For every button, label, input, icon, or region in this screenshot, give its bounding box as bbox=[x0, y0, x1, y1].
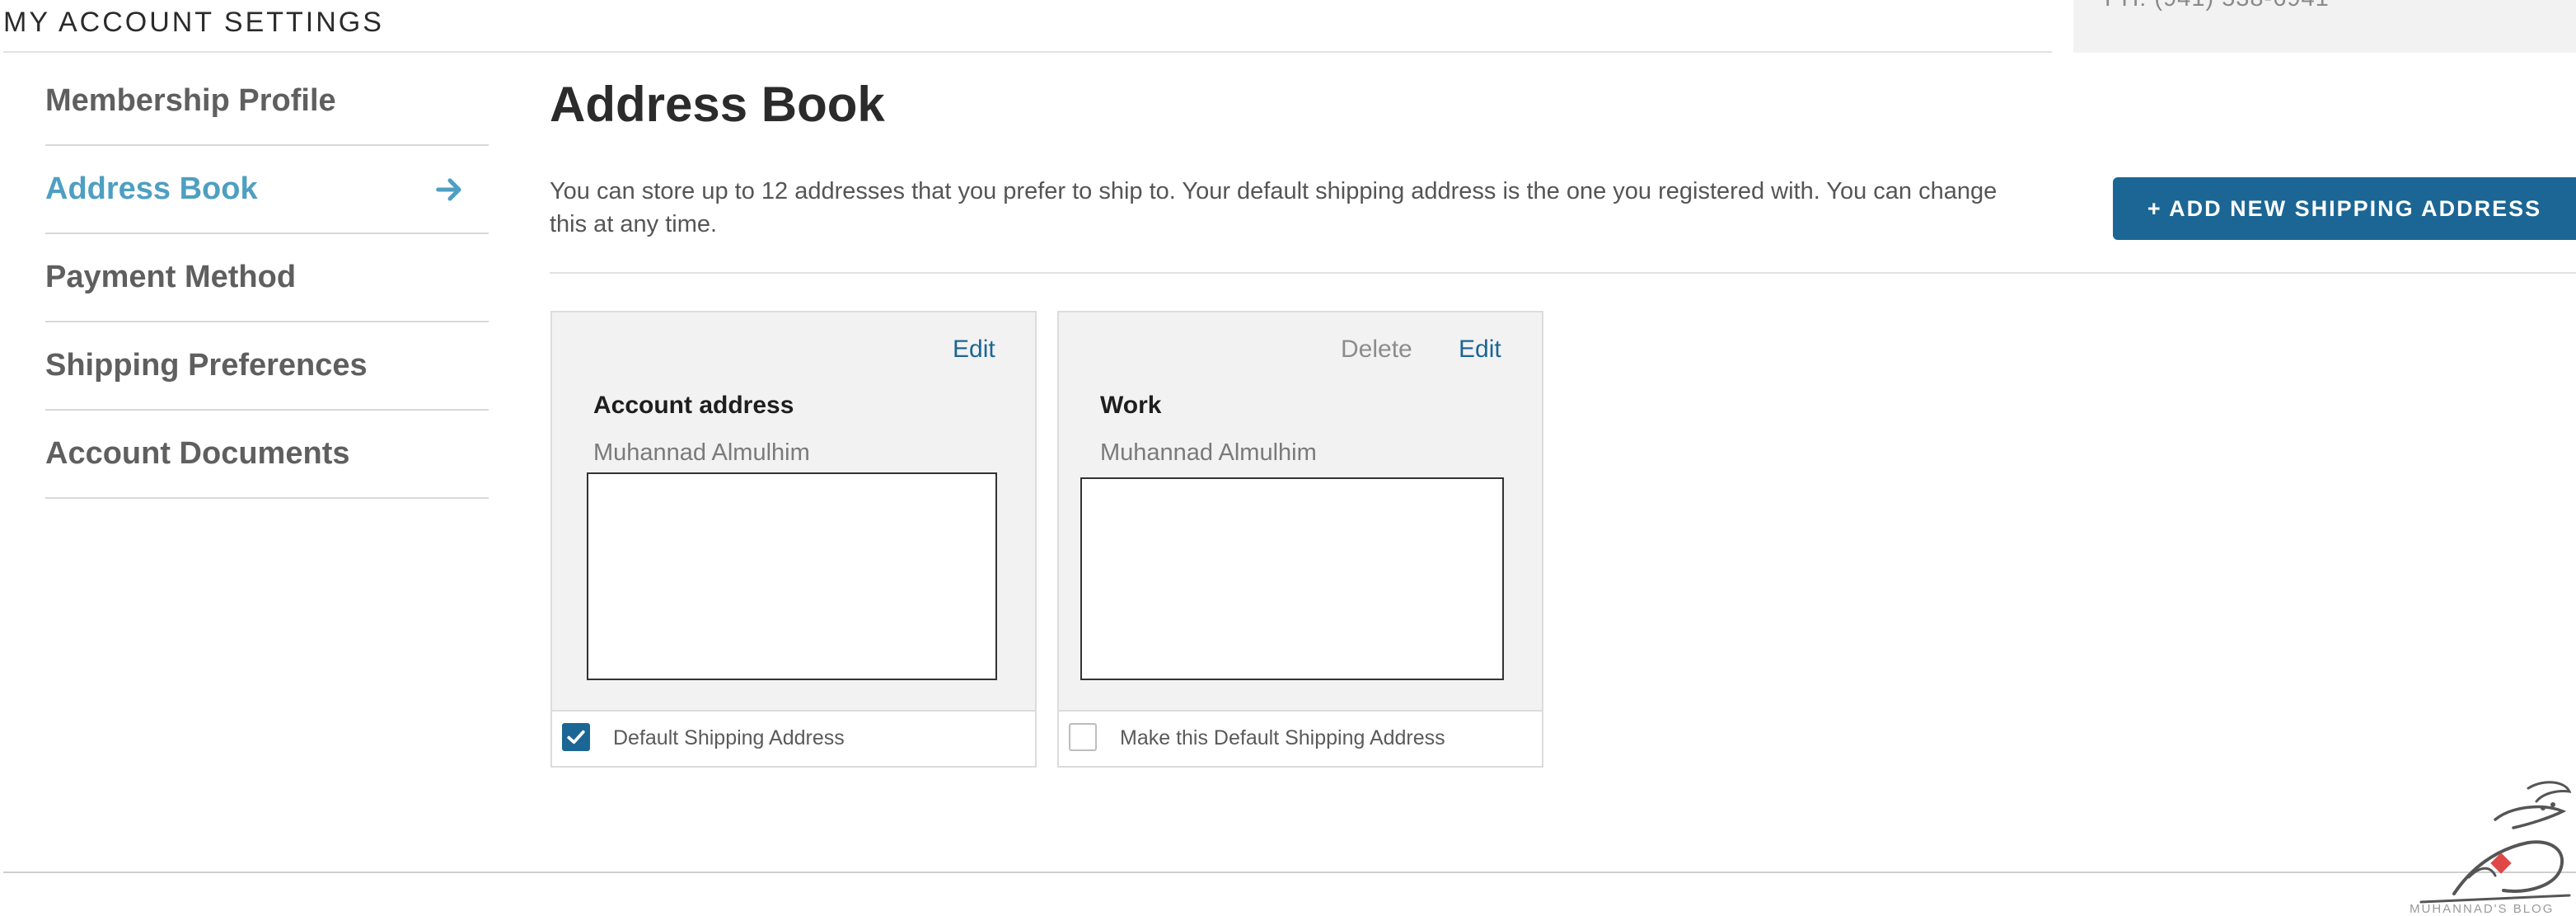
address-card-work: Delete Edit Work Muhannad Almulhim Make … bbox=[1057, 311, 1543, 768]
address-card-name: Muhannad Almulhim bbox=[1100, 439, 1317, 466]
header-divider bbox=[3, 51, 2052, 53]
sidebar-item-account-documents[interactable]: Account Documents bbox=[45, 411, 489, 499]
arrow-right-icon bbox=[436, 177, 461, 201]
address-book-intro: You can store up to 12 addresses that yo… bbox=[550, 178, 1998, 237]
account-sidebar: Membership Profile Address Book Payment … bbox=[45, 58, 489, 499]
default-address-label[interactable]: Default Shipping Address bbox=[613, 726, 845, 750]
sidebar-item-address-book[interactable]: Address Book bbox=[45, 146, 489, 234]
address-text-box bbox=[587, 472, 997, 680]
address-card-name: Muhannad Almulhim bbox=[593, 439, 810, 466]
edit-address-link[interactable]: Edit bbox=[1459, 336, 1501, 364]
page-heading: MY ACCOUNT SETTINGS bbox=[3, 7, 384, 38]
page-title: Address Book bbox=[550, 77, 885, 132]
edit-address-link[interactable]: Edit bbox=[953, 336, 995, 364]
sidebar-item-label: Payment Method bbox=[45, 260, 297, 294]
sidebar-item-shipping-preferences[interactable]: Shipping Preferences bbox=[45, 322, 489, 411]
address-card-title: Work bbox=[1100, 392, 1162, 419]
sidebar-item-label: Address Book bbox=[45, 171, 258, 206]
make-default-address-label[interactable]: Make this Default Shipping Address bbox=[1120, 726, 1445, 750]
store-info-box: PH: (941) 538-6941 bbox=[2073, 0, 2576, 53]
sidebar-item-label: Account Documents bbox=[45, 436, 350, 471]
main-divider bbox=[550, 272, 2576, 274]
address-text-box bbox=[1080, 477, 1504, 680]
make-default-address-checkbox[interactable] bbox=[1069, 723, 1097, 751]
sidebar-item-label: Membership Profile bbox=[45, 83, 336, 118]
address-card-title: Account address bbox=[593, 392, 794, 419]
default-address-checkbox[interactable] bbox=[562, 723, 590, 751]
sidebar-item-payment-method[interactable]: Payment Method bbox=[45, 234, 489, 322]
add-shipping-address-button[interactable]: + ADD NEW SHIPPING ADDRESS bbox=[2113, 177, 2576, 240]
address-card-footer: Make this Default Shipping Address bbox=[1059, 710, 1542, 766]
sidebar-item-label: Shipping Preferences bbox=[45, 348, 368, 383]
checkmark-icon bbox=[567, 730, 585, 745]
address-card-footer: Default Shipping Address bbox=[552, 710, 1035, 766]
address-card-account: Edit Account address Muhannad Almulhim D… bbox=[550, 311, 1037, 768]
sidebar-item-membership-profile[interactable]: Membership Profile bbox=[45, 58, 489, 146]
calligraphy-logo bbox=[2419, 781, 2572, 904]
footer-divider bbox=[3, 871, 2576, 873]
delete-address-link[interactable]: Delete bbox=[1341, 336, 1412, 364]
store-phone: PH: (941) 538-6941 bbox=[2105, 0, 2330, 12]
watermark-text: MUHANNAD'S BLOG bbox=[2410, 902, 2555, 916]
